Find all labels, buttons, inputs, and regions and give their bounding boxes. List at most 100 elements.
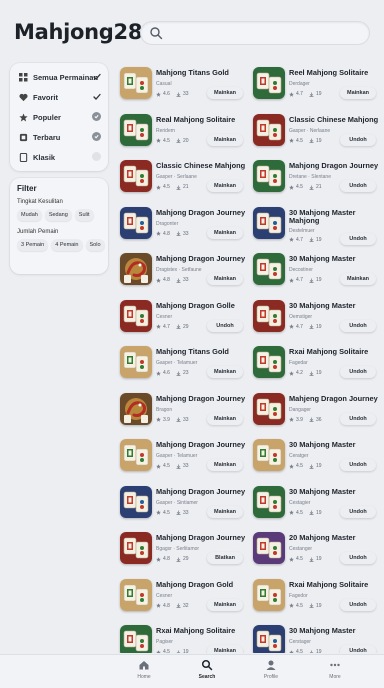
play-button[interactable]: Undoh [340,319,376,332]
game-thumbnail[interactable] [120,113,152,146]
play-button[interactable]: Blatkan [207,552,243,564]
game-card[interactable]: 20 Mahjong Master Cestanger 4.5 19 Undoh [251,528,379,574]
game-card[interactable]: 30 Mahjong Master Cestagier 4.5 19 Undoh [251,482,379,528]
game-thumbnail[interactable] [120,625,152,653]
mode-chip[interactable]: Solo [85,239,105,251]
game-card[interactable]: Mahjong Dragon Journey Gasper · Telamuer 4… [118,435,246,481]
game-thumbnail[interactable] [253,439,285,471]
game-thumbnail[interactable] [253,113,285,146]
play-button[interactable]: Mainkan [207,133,243,146]
play-button[interactable]: Undoh [340,598,376,611]
game-thumbnail[interactable] [120,299,152,332]
game-card[interactable]: Classic Chinese Mahjong Gasper · Nerlaane… [251,110,379,156]
play-button[interactable]: Mainkan [207,459,243,471]
play-button[interactable]: Mainkan [207,273,243,285]
play-button[interactable]: Undoh [340,552,376,564]
game-card[interactable]: Mahjong Dragon Journey Bgagsr · Serlitamo… [118,528,246,574]
game-card[interactable]: Classic Chinese Mahjong Gasper · Serlaane… [118,156,246,202]
game-thumbnail[interactable] [120,439,152,471]
game-card[interactable]: 30 Mahjong Master Oemstiger 4.7 19 Undoh [251,296,379,342]
game-stats: 4.5 19 [156,649,189,653]
play-button[interactable]: Undoh [340,366,376,378]
play-button[interactable]: Mainkan [207,226,243,239]
game-thumbnail[interactable] [253,346,285,378]
game-thumbnail[interactable] [120,67,152,99]
game-card[interactable]: 30 Mahjong Master Decostiner 4.7 19 Mainkan [251,249,379,295]
tab-home[interactable]: Home [124,659,164,685]
play-button[interactable]: Mainkan [207,598,243,611]
game-thumbnail[interactable] [253,625,285,653]
game-thumbnail[interactable] [120,578,152,611]
play-button[interactable]: Mainkan [207,412,243,425]
nav-item-tile[interactable]: Klasik [10,147,108,167]
game-card[interactable]: Mahjong Titans Gold Gasper · Telamuer 4.6 2… [118,342,246,388]
game-card[interactable]: Mahjong Dragon Gold Cesner 4.8 32 Mainkan [118,575,246,621]
nav-item-heart[interactable]: Favorit [10,87,108,107]
play-button[interactable]: Mainkan [340,273,376,285]
search-input[interactable] [167,25,363,41]
game-thumbnail[interactable] [120,485,152,518]
game-thumbnail[interactable] [253,206,285,239]
game-card[interactable]: Mahjong Dragon Journey Dragonter 4.8 33 Main… [118,203,246,249]
game-thumbnail[interactable] [253,67,285,99]
download-icon [309,185,314,190]
game-thumbnail[interactable] [120,392,152,425]
nav-item-star[interactable]: Populer [10,107,108,127]
game-card[interactable]: Mahjong Titans Gold Casual 4.6 33 Mainkan [118,63,246,109]
game-card[interactable]: Mahjong Dragon Journey Dretane · Slentane… [251,156,379,202]
game-card[interactable]: Rxai Mahjong Solitaire Pagiser 4.5 19 Mainka… [118,621,246,653]
play-button[interactable]: Mainkan [207,180,243,192]
play-button[interactable]: Undoh [340,459,376,471]
game-thumbnail[interactable] [253,485,285,518]
tab-search[interactable]: Search [187,659,227,685]
play-button[interactable]: Mainkan [207,87,243,99]
difficulty-chip[interactable]: Sedang [44,209,72,221]
game-thumbnail[interactable] [120,532,152,564]
game-card[interactable]: Mahjong Dragon Journey Gasper · Sintiamer… [118,482,246,528]
game-card[interactable]: Mahjong Dragon Journey Dragistex · Setfau… [118,249,246,295]
nav-item-clock[interactable]: Terbaru [10,127,108,147]
plays-value: 19 [315,137,322,144]
mode-chips: 3 Pemain 4 Pemain Solo [17,239,105,251]
game-thumbnail[interactable] [120,346,152,378]
game-card[interactable]: Rxai Mahjong Solitaire Fagedar 4.2 19 Undoh [251,342,379,388]
game-thumbnail[interactable] [253,532,285,564]
game-card[interactable]: 30 Mahjong Master Ceratger 4.5 19 Undoh [251,435,379,481]
game-thumbnail[interactable] [253,160,285,192]
game-thumbnail[interactable] [120,206,152,239]
game-card[interactable]: Real Mahjong Solitaire Reridem 4.5 20 Mainka… [118,110,246,156]
game-thumbnail[interactable] [253,392,285,425]
game-card[interactable]: 30 Mahjong Master Mahjong Destelmuer 4.7 19… [251,203,379,249]
game-thumbnail[interactable] [253,578,285,611]
play-button[interactable]: Undoh [340,232,376,245]
game-card[interactable]: Mahjong Dragon Journey Bragon 3.9 33 Mainkan [118,389,246,435]
play-button[interactable]: Mainkan [207,505,243,518]
nav-item-grid[interactable]: Semua Permainan [10,67,108,87]
game-thumbnail[interactable] [120,253,152,285]
mode-chip[interactable]: 4 Pemain [51,239,83,251]
play-button[interactable]: Undoh [340,505,376,518]
game-thumbnail[interactable] [253,253,285,285]
search-bar[interactable] [140,21,370,45]
difficulty-chip[interactable]: Sulit [74,209,94,221]
play-button[interactable]: Undoh [340,645,376,653]
play-button[interactable]: Undoh [207,319,243,332]
game-card[interactable]: 30 Mahjong Master Cerstager 4.5 19 Undoh [251,621,379,653]
game-thumbnail[interactable] [253,299,285,332]
difficulty-chip[interactable]: Mudah [17,209,42,221]
play-button[interactable]: Mainkan [207,645,243,653]
tab-profile[interactable]: Profile [251,659,291,685]
star-icon [156,556,161,562]
play-button[interactable]: Mainkan [340,87,376,99]
game-card[interactable]: Rxai Mahjong Solitaire Fagedor 4.5 19 Undoh [251,575,379,621]
play-button[interactable]: Mainkan [207,366,243,378]
game-card[interactable]: Mahjeng Dragon Journey Dangager 3.9 36 Undoh [251,389,379,435]
game-thumbnail[interactable] [120,160,152,192]
play-button[interactable]: Undoh [340,412,376,425]
mode-chip[interactable]: 3 Pemain [17,239,49,251]
game-card[interactable]: Mahjong Dragon Golle Cesner 4.7 29 Undoh [118,296,246,342]
game-card[interactable]: Reel Mahjong Solitaire Derdager 4.7 19 Maink… [251,63,379,109]
tab-more[interactable]: More [315,659,355,685]
play-button[interactable]: Undoh [340,180,376,192]
play-button[interactable]: Undoh [340,133,376,146]
